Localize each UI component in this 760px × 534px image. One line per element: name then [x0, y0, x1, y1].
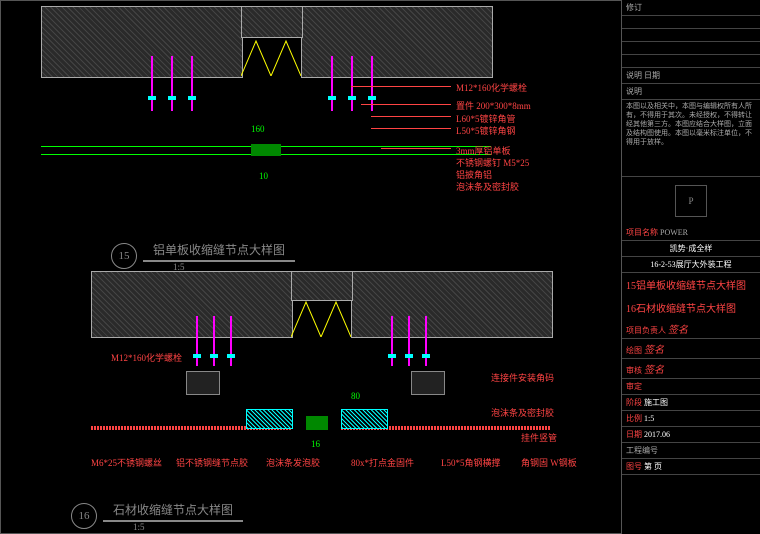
bracket-left [246, 409, 293, 429]
bolt [391, 316, 393, 366]
dim-160: 160 [251, 124, 265, 134]
detail-16: 80 16 M12*160化学螺栓 连接件安装角码 泡沫条及密封胶 M6*25不… [91, 271, 621, 501]
joint-zigzag [291, 299, 351, 337]
detail-title-15: 铝单板收缩缝节点大样图 [143, 239, 295, 262]
bolt [351, 56, 353, 111]
bolt [425, 316, 427, 366]
detail-scale-16: 1:5 [133, 522, 243, 532]
rev-row [622, 29, 760, 42]
sheet-row: 图号 第 页 [622, 459, 760, 475]
leader [361, 104, 451, 105]
concrete-right [301, 6, 493, 78]
drawing-name-1: 15铝单板收缩缝节点大样图 [622, 273, 760, 296]
concrete-top [291, 271, 353, 301]
check-row: 审核 签名 [622, 359, 760, 379]
bolt [331, 56, 333, 111]
tube-left [186, 371, 220, 395]
notes-hdr: 说明 [622, 84, 760, 100]
anno-b1: M12*160化学螺栓 [111, 351, 182, 364]
sealant [306, 416, 328, 430]
bracket-right [341, 409, 388, 429]
bolt [196, 316, 198, 366]
proj-label: 项目名称 POWER [622, 225, 760, 241]
draw-row: 绘图 签名 [622, 339, 760, 359]
anno-b2: 连接件安装角码 [491, 371, 554, 384]
tube-right [411, 371, 445, 395]
leader [371, 116, 451, 117]
anno-b7: 80x*打点金固件 [351, 456, 414, 469]
dim-10: 10 [259, 171, 268, 181]
detail-number-15: 15 [111, 243, 137, 269]
leader [381, 148, 451, 149]
bolt [151, 56, 153, 111]
dim-80: 80 [351, 391, 360, 401]
concrete-right [351, 271, 553, 338]
joint-zigzag [241, 36, 301, 76]
bolt [408, 316, 410, 366]
bolt [171, 56, 173, 111]
leader [351, 86, 451, 87]
anno-b6: 泡沫条发泡胶 [266, 456, 320, 469]
rev-row [622, 16, 760, 29]
detail-15: 160 10 M12*160化学螺栓 置件 200*300*8mm L60*5镀… [41, 6, 591, 236]
rev-row [622, 55, 760, 68]
drawing-name-2: 16石材收缩缝节点大样图 [622, 296, 760, 319]
bolt [213, 316, 215, 366]
rev-cols: 说明 日期 [622, 68, 760, 84]
panel-line [41, 146, 251, 147]
bolt [230, 316, 232, 366]
date-row: 日期 2017.06 [622, 427, 760, 443]
sealant [251, 144, 281, 156]
notes-text: 本图以及相关中，本图与编辑权所有人所有，不得用于其次。未经授权，不得转让经其他第… [622, 100, 760, 177]
title-16: 16 石材收缩缝节点大样图 1:5 [71, 499, 243, 532]
anno-plate: 置件 200*300*8mm [456, 99, 531, 112]
dim-16: 16 [311, 439, 320, 449]
drawing-area: 160 10 M12*160化学螺栓 置件 200*300*8mm L60*5镀… [0, 0, 622, 534]
anno-b5: 铝不锈钢缝节点胶 [176, 456, 248, 469]
anno-b4: M6*25不锈钢螺丝 [91, 456, 162, 469]
anno-b9: 挂件竖管 [521, 431, 557, 444]
subproject-2: 16-2-53展厅大外装工程 [622, 257, 760, 273]
firm-logo: P [675, 185, 707, 217]
concrete-top [241, 6, 303, 38]
concrete-left [91, 271, 293, 338]
bolt [371, 56, 373, 111]
detail-number-16: 16 [71, 503, 97, 529]
anno-bolt: M12*160化学螺栓 [456, 81, 527, 94]
title-block: 修订 说明 日期 说明 本图以及相关中，本图与编辑权所有人所有，不得用于其次。未… [621, 0, 760, 532]
anno-b10: 角钢固 W钢板 [521, 456, 577, 469]
projno-row: 工程编号 [622, 443, 760, 459]
scale-row: 比例 1:5 [622, 411, 760, 427]
rev-header: 修订 [622, 0, 760, 16]
approve-row: 审定 [622, 379, 760, 395]
detail-title-16: 石材收缩缝节点大样图 [103, 499, 243, 522]
anno-angle2: L50*5镀锌角钢 [456, 124, 516, 137]
stage-row: 阶段 施工图 [622, 395, 760, 411]
anno-b8: L50*5角钢横撑 [441, 456, 501, 469]
concrete-left [41, 6, 243, 78]
title-15: 15 铝单板收缩缝节点大样图 1:5 [111, 239, 295, 272]
bolt [191, 56, 193, 111]
subproject-1: 凯势·成全样 [622, 241, 760, 257]
anno-b3: 泡沫条及密封胶 [491, 406, 554, 419]
rev-row [622, 42, 760, 55]
leader [371, 128, 451, 129]
design-row: 项目负责人 签名 [622, 319, 760, 339]
anno-foam: 泡沫条及密封胶 [456, 180, 519, 193]
panel-line [41, 154, 251, 155]
